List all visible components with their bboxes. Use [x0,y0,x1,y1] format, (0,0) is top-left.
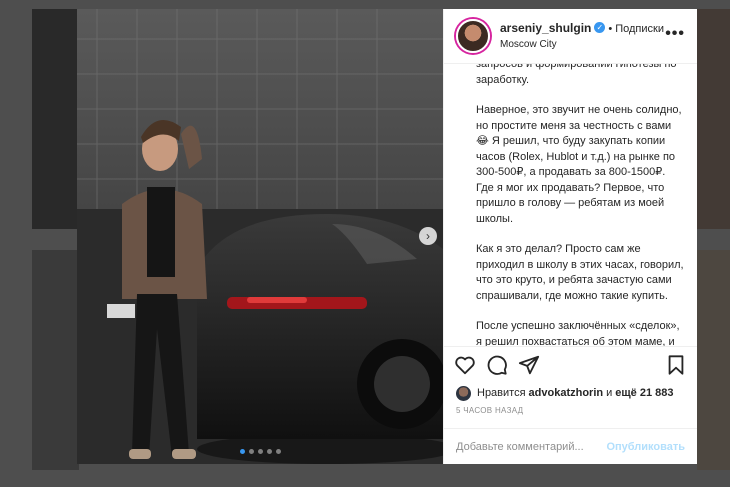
likes-summary: Нравится advokatzhorin и ещё 21 883 [444,382,697,404]
carousel-indicator [77,449,443,454]
chevron-right-icon: › [426,229,430,243]
comment-icon[interactable] [486,354,508,376]
separator-dot: • [608,23,613,35]
post-header: arseniy_shulgin ✓ • Подписки Moscow City ••… [444,9,697,64]
carousel-dot [239,449,245,454]
carousel-next-button[interactable]: › [419,227,437,245]
liker-avatar[interactable] [456,385,471,401]
verified-badge-icon: ✓ [594,22,606,34]
avatar[interactable] [456,19,490,53]
caption-area[interactable]: запросов и формировании гипотезы по зара… [444,64,697,346]
more-options-icon[interactable]: ••• [665,25,685,43]
carousel-dot [257,449,263,454]
bookmark-icon[interactable] [665,354,687,376]
action-bar [444,346,697,382]
likes-count[interactable]: ещё 21 883 [615,387,673,399]
caption-paragraph: запросов и формировании гипотезы по зара… [476,64,677,86]
comment-form: Опубликовать [444,428,697,464]
caption-paragraph: После успешно заключённых «сделок», я ре… [476,320,680,346]
heart-icon[interactable] [454,354,476,376]
likes-prefix: Нравится [477,387,526,399]
carousel-dot [275,449,281,454]
post-sidebar: arseniy_shulgin ✓ • Подписки Moscow City ••… [443,9,697,464]
liker-username[interactable]: advokatzhorin [529,387,604,399]
caption-paragraph: Как я это делал? Просто сам же приходил … [476,243,684,302]
post-author-info: arseniy_shulgin ✓ • Подписки Moscow City [500,20,664,52]
carousel-dot [248,449,254,454]
location-link[interactable]: Moscow City [500,37,664,52]
post-modal: › arseniy_shulgin ✓ • Подписки Moscow City … [77,9,697,464]
post-photo[interactable]: › [77,9,443,464]
following-button[interactable]: Подписки [615,23,664,35]
carousel-dot [266,449,272,454]
post-timestamp[interactable]: 5 ЧАСОВ НАЗАД [444,404,697,428]
comment-input[interactable] [456,440,607,453]
likes-conjunction: и [606,387,613,399]
caption-text: запросов и формировании гипотезы по зара… [476,64,685,346]
caption-paragraph: Наверное, это звучит не очень солидно, н… [476,104,682,225]
username-link[interactable]: arseniy_shulgin [500,21,591,35]
publish-button[interactable]: Опубликовать [606,441,685,453]
share-icon[interactable] [518,354,540,376]
post-image [77,9,443,464]
